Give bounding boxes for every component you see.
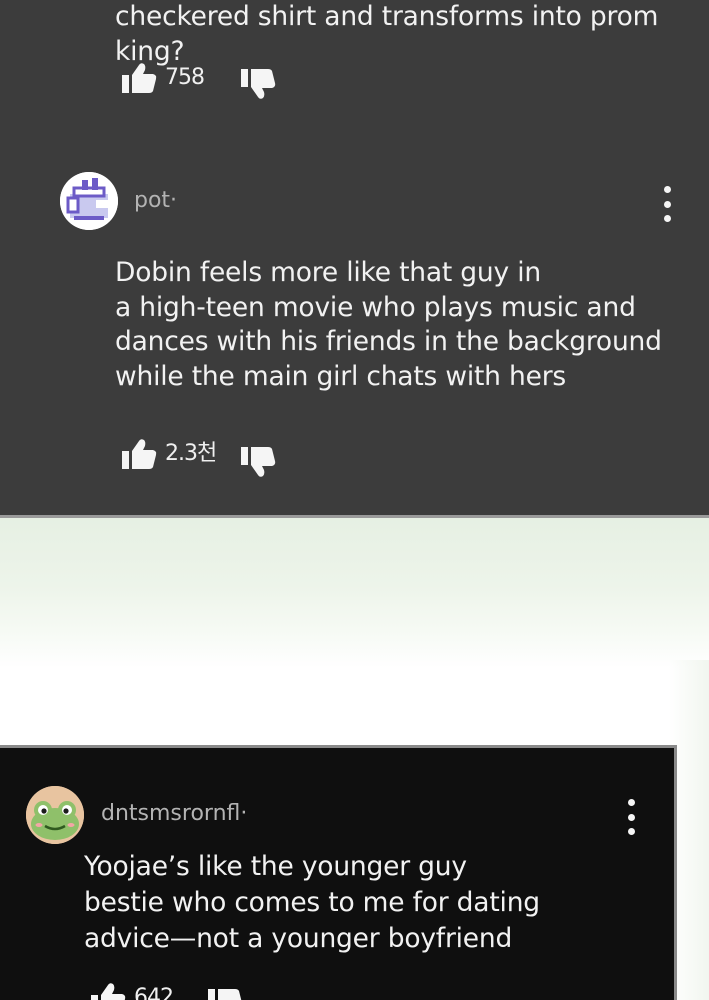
- comment-username[interactable]: dntsmsrornfl·: [101, 801, 247, 827]
- thumbs-down-icon: [241, 69, 276, 99]
- thumbs-up-icon: [91, 983, 126, 1000]
- thumbs-up-icon: [122, 439, 157, 469]
- avatar[interactable]: [26, 786, 84, 844]
- like-button[interactable]: 758: [121, 62, 205, 94]
- partial-comment-text: checkered shirt and transforms into prom…: [115, 1, 659, 67]
- thumbs-up-icon: [122, 63, 157, 93]
- dislike-button[interactable]: [240, 68, 276, 100]
- avatar[interactable]: [60, 172, 118, 230]
- like-button[interactable]: 2.3천: [121, 438, 217, 470]
- bottom-comment-panel: dntsmsrornfl· Yoojae’s like the younger …: [0, 745, 677, 1000]
- dislike-button[interactable]: [207, 988, 243, 1000]
- more-vertical-icon[interactable]: [655, 186, 679, 222]
- comment-username[interactable]: pot·: [134, 188, 177, 214]
- like-button[interactable]: 642: [90, 982, 174, 1000]
- more-vertical-icon[interactable]: [619, 799, 643, 835]
- top-comment-panel: checkered shirt and transforms into prom…: [0, 0, 709, 518]
- background-gap: [0, 518, 709, 668]
- comment-text: Dobin feels more like that guy in a high…: [115, 257, 662, 392]
- like-count: 2.3천: [165, 441, 217, 466]
- like-count: 642: [134, 985, 174, 1000]
- pixel-character-avatar-icon: [60, 172, 118, 230]
- screenshot-collage: checkered shirt and transforms into prom…: [0, 0, 709, 1000]
- dislike-button[interactable]: [240, 446, 276, 478]
- thumbs-down-icon: [208, 989, 242, 1000]
- comment-text: Yoojae’s like the younger guy bestie who…: [84, 851, 540, 954]
- thumbs-down-icon: [241, 447, 276, 477]
- frog-avatar-icon: [26, 786, 84, 844]
- like-count: 758: [165, 65, 205, 90]
